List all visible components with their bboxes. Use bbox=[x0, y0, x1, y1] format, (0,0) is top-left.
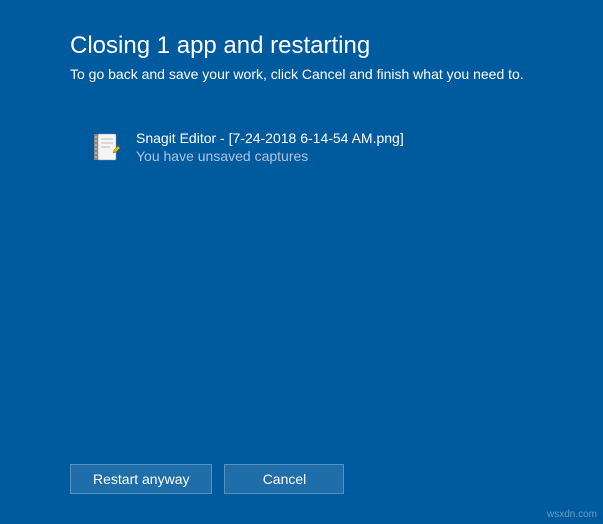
notepad-icon bbox=[92, 132, 120, 164]
dialog-subtitle: To go back and save your work, click Can… bbox=[70, 66, 533, 82]
app-status: You have unsaved captures bbox=[136, 148, 404, 164]
button-row: Restart anyway Cancel bbox=[70, 464, 344, 494]
app-list-item: Snagit Editor - [7-24-2018 6-14-54 AM.pn… bbox=[92, 130, 533, 164]
watermark: wsxdn.com bbox=[547, 509, 597, 520]
restart-anyway-button[interactable]: Restart anyway bbox=[70, 464, 212, 494]
cancel-button[interactable]: Cancel bbox=[224, 464, 344, 494]
app-name: Snagit Editor - [7-24-2018 6-14-54 AM.pn… bbox=[136, 130, 404, 146]
dialog-title: Closing 1 app and restarting bbox=[70, 32, 533, 60]
